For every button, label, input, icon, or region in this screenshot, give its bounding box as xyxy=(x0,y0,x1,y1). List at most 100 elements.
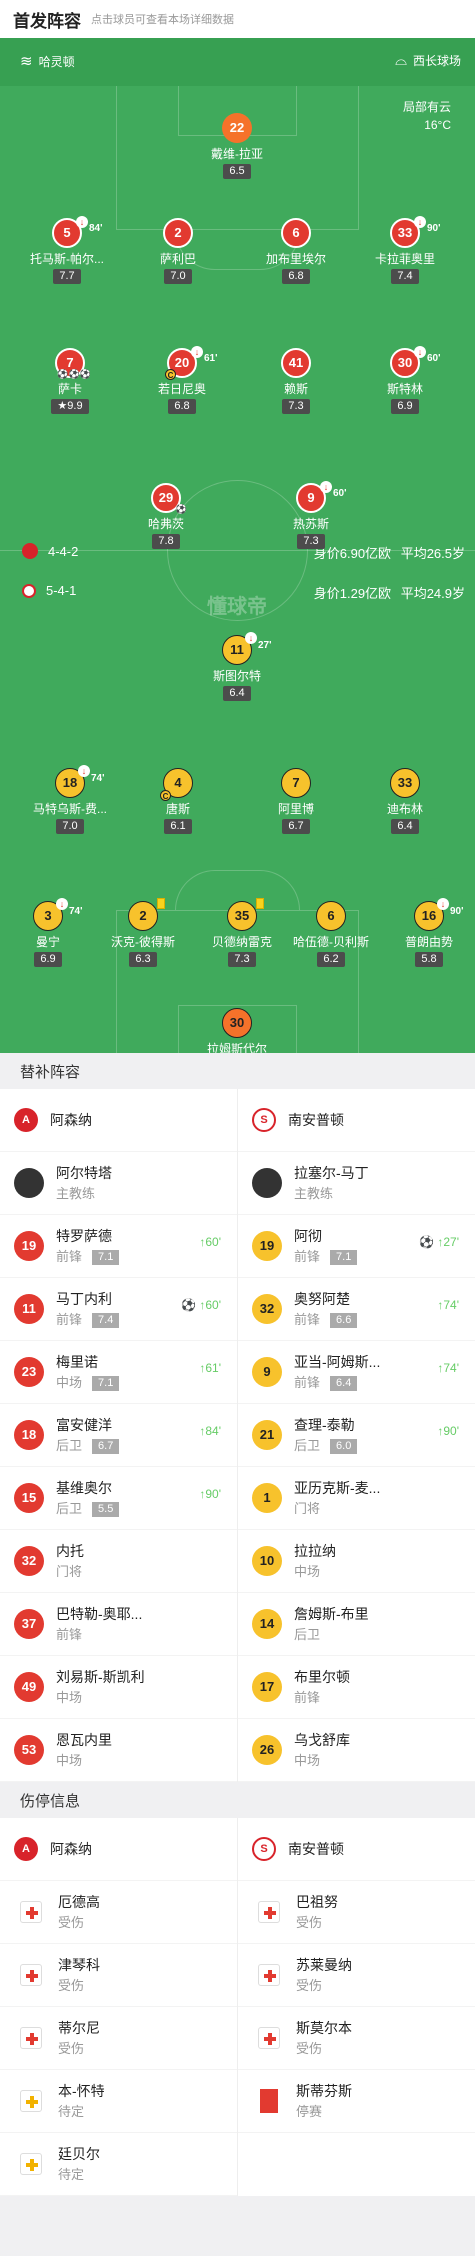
player-away-33[interactable]: 33 迪布林 6.4 xyxy=(355,768,455,834)
player-number-badge: 11 xyxy=(14,1294,44,1324)
player-number-badge: 11 ↓27' xyxy=(222,632,272,665)
sub-info: 乌戈舒库 中场 xyxy=(294,1731,350,1770)
player-rating: 6.2 xyxy=(317,952,345,967)
player-away-3[interactable]: 3 ↓74' 曼宁 6.9 xyxy=(0,898,98,967)
player-away-30[interactable]: 30拉姆斯代尔6.6 xyxy=(187,1008,287,1053)
substitution-marker: ↓90' xyxy=(437,898,464,925)
player-rating: 6.5 xyxy=(223,164,251,179)
sub-position: 后卫 xyxy=(294,1626,321,1642)
player-rating: 7.3 xyxy=(228,952,256,967)
player-rating: 6.4 xyxy=(391,819,419,834)
home-formation-text: 4-4-2 xyxy=(48,543,79,559)
sub-row[interactable]: 19 特罗萨德 前锋 7.1 ↑60' xyxy=(0,1215,237,1278)
sub-row[interactable]: 1 亚历克斯-麦... 门将 xyxy=(238,1467,475,1530)
sub-row[interactable]: 26 乌戈舒库 中场 xyxy=(238,1719,475,1782)
player-name: 马特乌斯-费... xyxy=(33,802,107,816)
team-name: 阿森纳 xyxy=(50,1841,92,1857)
player-away-2[interactable]: 2 沃克-彼得斯 6.3 xyxy=(93,898,193,967)
sub-row[interactable]: 53 恩瓦内里 中场 xyxy=(0,1719,237,1782)
player-home-22[interactable]: 22 戴维-拉亚 6.5 xyxy=(187,113,287,179)
sub-row[interactable]: 19 阿彻 前锋 7.1 ⚽ ↑27' xyxy=(238,1215,475,1278)
sub-row[interactable]: 32 内托 门将 xyxy=(0,1530,237,1593)
sub-name: 奥努阿楚 xyxy=(294,1290,350,1307)
injury-status: 受伤 xyxy=(296,1977,323,1993)
injury-row[interactable]: 苏莱曼纳 受伤 xyxy=(238,1944,475,2007)
injury-row[interactable]: 厄德高 受伤 xyxy=(0,1881,237,1944)
injury-row[interactable]: 津琴科 受伤 xyxy=(0,1944,237,2007)
page-footer-space xyxy=(0,2196,475,2256)
player-away-6[interactable]: 6 哈伍德-贝利斯 6.2 xyxy=(281,901,381,967)
player-name: 加布里埃尔 xyxy=(265,252,326,266)
player-number-badge: 41 xyxy=(281,348,311,378)
sub-rating: 7.1 xyxy=(330,1249,358,1265)
player-home-41[interactable]: 41 赖斯 7.3 xyxy=(246,348,346,414)
injury-info: 廷贝尔 待定 xyxy=(58,2145,100,2184)
player-home-30[interactable]: 30 ↓60' 斯特林 6.9 xyxy=(355,346,455,414)
sub-row[interactable]: 18 富安健洋 后卫 6.7 ↑84' xyxy=(0,1404,237,1467)
sub-row[interactable]: 23 梅里诺 中场 7.1 ↑61' xyxy=(0,1341,237,1404)
injury-row[interactable]: 本-怀特 待定 xyxy=(0,2070,237,2133)
player-home-6[interactable]: 6 加布里埃尔 6.8 xyxy=(246,218,346,284)
player-away-4[interactable]: 4 C 唐斯 6.1 xyxy=(128,768,228,834)
injury-row[interactable]: 蒂尔尼 受伤 xyxy=(0,2007,237,2070)
sub-minute: 84' xyxy=(89,223,103,234)
sub-row[interactable]: 11 马丁内利 前锋 7.4 ⚽ ↑60' xyxy=(0,1278,237,1341)
weather-info: 局部有云 16°C xyxy=(403,98,451,134)
player-name: 托马斯-帕尔... xyxy=(30,252,104,266)
away-subs-team[interactable]: S 南安普顿 xyxy=(238,1089,475,1152)
player-number-badge: 10 xyxy=(252,1546,282,1576)
sub-position: 后卫 5.5 xyxy=(56,1500,120,1518)
sub-name: 富安健洋 xyxy=(56,1416,112,1433)
sub-info: 亚历克斯-麦... 门将 xyxy=(294,1479,380,1518)
sub-minute: 60' xyxy=(427,353,441,364)
player-home-5[interactable]: 5 ↓84' 托马斯-帕尔... 7.7 xyxy=(17,216,117,284)
sub-row[interactable]: 37 巴特勒-奥耶... 前锋 xyxy=(0,1593,237,1656)
coach-name: 阿尔特塔 xyxy=(56,1164,112,1181)
player-home-2[interactable]: 2 萨利巴 7.0 xyxy=(128,218,228,284)
sub-row[interactable]: 17 布里尔顿 前锋 xyxy=(238,1656,475,1719)
injury-row[interactable]: 斯莫尔本 受伤 xyxy=(238,2007,475,2070)
substitution-marker: ↓90' xyxy=(414,216,441,242)
sub-position: 中场 7.1 xyxy=(56,1374,120,1392)
sub-row[interactable]: 10 拉拉纳 中场 xyxy=(238,1530,475,1593)
sub-row[interactable]: 14 詹姆斯-布里 后卫 xyxy=(238,1593,475,1656)
player-away-11[interactable]: 11 ↓27' 斯图尔特 6.4 xyxy=(187,632,287,701)
sub-row[interactable]: 9 亚当-阿姆斯... 前锋 6.4 ↑74' xyxy=(238,1341,475,1404)
sub-info: 内托 门将 xyxy=(56,1542,84,1581)
player-away-18[interactable]: 18 ↓74' 马特乌斯-费... 7.0 xyxy=(20,765,120,834)
coach-name: 拉塞尔-马丁 xyxy=(294,1164,369,1181)
player-home-7[interactable]: 7 ⚽⚽⚽ 萨卡 ★9.9 xyxy=(20,348,120,414)
player-away-7[interactable]: 7 阿里博 6.7 xyxy=(246,768,346,834)
player-rating: 5.8 xyxy=(415,952,443,967)
away-coach[interactable]: 拉塞尔-马丁 主教练 xyxy=(238,1152,475,1215)
player-home-20[interactable]: 20 ↓61' C 若日尼奥 6.8 xyxy=(132,346,232,414)
away-age-text: 平均24.9岁 xyxy=(400,586,465,601)
player-home-9[interactable]: 9 ↓60' 热苏斯 7.3 xyxy=(261,481,361,549)
player-away-35[interactable]: 35 贝德纳雷克 7.3 xyxy=(192,898,292,967)
player-home-29[interactable]: 29 ⚽ 哈弗茨 7.8 xyxy=(116,483,216,549)
injury-status: 受伤 xyxy=(58,1914,85,1930)
player-home-33[interactable]: 33 ↓90' 卡拉菲奥里 7.4 xyxy=(355,216,455,284)
sub-position: 门将 xyxy=(56,1563,83,1579)
player-rating: 7.0 xyxy=(56,819,84,834)
injury-row[interactable]: 廷贝尔 待定 xyxy=(0,2133,237,2196)
injury-row[interactable]: 巴祖努 受伤 xyxy=(238,1881,475,1944)
sub-row[interactable]: 15 基维奥尔 后卫 5.5 ↑90' xyxy=(0,1467,237,1530)
subs-grid: A 阿森纳 阿尔特塔 主教练 19 特罗萨德 前锋 7.1 ↑60' 11 马丁内利 前锋 7.… xyxy=(0,1089,475,1782)
sub-row[interactable]: 49 刘易斯-斯凯利 中场 xyxy=(0,1656,237,1719)
injury-row[interactable]: 斯蒂芬斯 停赛 xyxy=(238,2070,475,2133)
sub-row[interactable]: 32 奥努阿楚 前锋 6.6 ↑74' xyxy=(238,1278,475,1341)
player-name: 萨卡 xyxy=(57,382,82,396)
sub-info: 富安健洋 后卫 6.7 xyxy=(56,1416,120,1455)
sub-in-minute: 74' xyxy=(443,1298,459,1312)
home-subs-team[interactable]: A 阿森纳 xyxy=(0,1089,237,1152)
injury-status: 受伤 xyxy=(58,2040,85,2056)
injury-info: 本-怀特 待定 xyxy=(58,2082,105,2121)
player-number-badge: 14 xyxy=(252,1609,282,1639)
goal-icon: ⚽ xyxy=(419,1235,438,1249)
home-coach[interactable]: 阿尔特塔 主教练 xyxy=(0,1152,237,1215)
sub-row[interactable]: 21 查理-泰勒 后卫 6.0 ↑90' xyxy=(238,1404,475,1467)
yellow-card-icon xyxy=(157,898,165,909)
player-rating: 6.4 xyxy=(223,686,251,701)
player-away-16[interactable]: 16 ↓90' 普朗由势 5.8 xyxy=(379,898,475,967)
